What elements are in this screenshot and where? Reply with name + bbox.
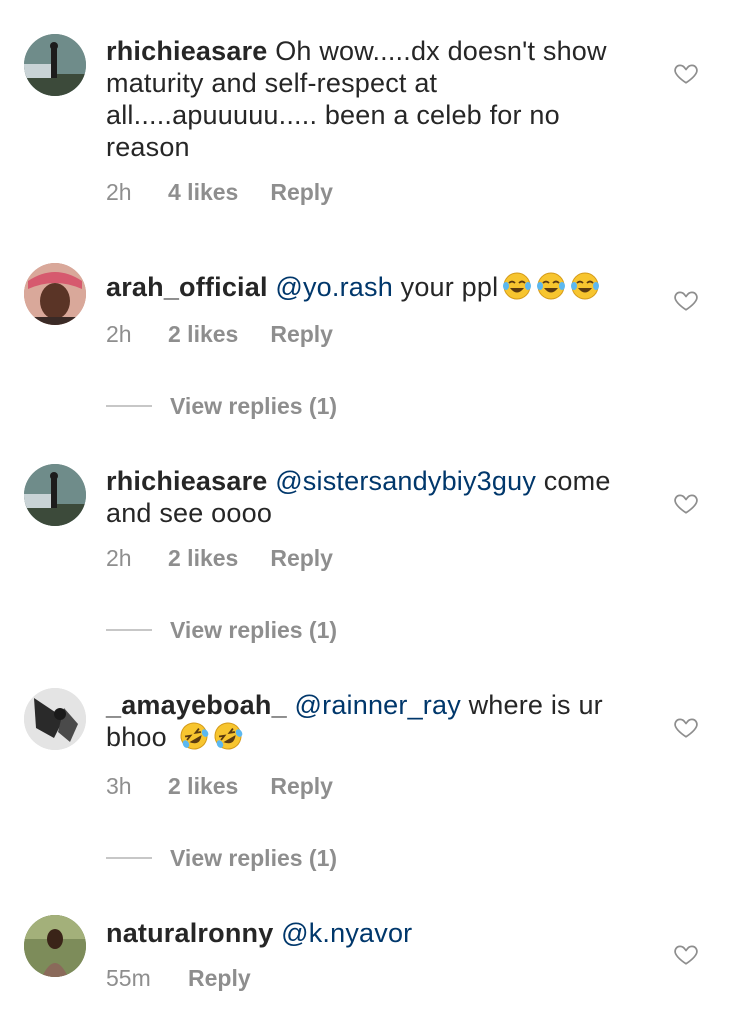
avatar[interactable] bbox=[24, 688, 86, 750]
view-replies-button[interactable]: View replies (1) bbox=[106, 615, 337, 645]
heart-icon[interactable] bbox=[673, 490, 699, 516]
comment-username[interactable]: naturalronny bbox=[106, 918, 273, 948]
comment-username[interactable]: arah_official bbox=[106, 272, 268, 302]
view-replies-button[interactable]: View replies (1) bbox=[106, 391, 337, 421]
comment-time: 55m bbox=[106, 964, 151, 991]
face-with-tears-of-joy-icon bbox=[503, 272, 532, 300]
avatar[interactable] bbox=[24, 464, 86, 526]
comment-likes[interactable]: 4 likes bbox=[168, 179, 238, 206]
view-replies-label: View replies (1) bbox=[170, 392, 338, 419]
rolling-on-floor-laughing-icon bbox=[214, 722, 242, 750]
heart-icon[interactable] bbox=[673, 60, 699, 86]
view-replies-divider bbox=[106, 629, 152, 631]
view-replies-button[interactable]: View replies (1) bbox=[106, 843, 337, 873]
view-replies-label: View replies (1) bbox=[170, 844, 338, 871]
comment-time: 3h bbox=[106, 772, 132, 799]
reply-button[interactable]: Reply bbox=[270, 545, 333, 572]
face-with-tears-of-joy-icon bbox=[571, 272, 600, 300]
comment-time: 2h bbox=[106, 178, 132, 205]
comment-username[interactable]: _amayeboah_ bbox=[106, 690, 287, 720]
comment-username[interactable]: rhichieasare bbox=[106, 466, 268, 496]
heart-icon[interactable] bbox=[673, 941, 699, 967]
comment-meta: 55m Reply bbox=[106, 963, 251, 993]
comment-text: rhichieasare Oh wow.....dx doesn't show … bbox=[106, 35, 646, 163]
view-replies-label: View replies (1) bbox=[170, 616, 338, 643]
comment-text: arah_official @yo.rash your ppl bbox=[106, 271, 646, 303]
view-replies-divider bbox=[106, 405, 152, 407]
comment-meta: 2h 2 likes Reply bbox=[106, 543, 333, 573]
comment-meta: 2h 4 likes Reply bbox=[106, 177, 333, 207]
comment-message: your ppl bbox=[392, 272, 499, 302]
comment-likes[interactable]: 2 likes bbox=[168, 321, 238, 348]
view-replies-divider bbox=[106, 857, 152, 859]
comment-likes[interactable]: 2 likes bbox=[168, 773, 238, 800]
comment-text: _amayeboah_ @rainner_ray where is ur bho… bbox=[106, 689, 646, 753]
reply-button[interactable]: Reply bbox=[188, 965, 251, 992]
comment-mention[interactable]: @yo.rash bbox=[275, 272, 393, 302]
comment-text: naturalronny @k.nyavor bbox=[106, 917, 646, 949]
comment-text: rhichieasare @sistersandybiy3guy come an… bbox=[106, 465, 646, 529]
avatar[interactable] bbox=[24, 263, 86, 325]
comment-mention[interactable]: @k.nyavor bbox=[281, 918, 412, 948]
heart-icon[interactable] bbox=[673, 287, 699, 313]
reply-button[interactable]: Reply bbox=[270, 321, 333, 348]
reply-button[interactable]: Reply bbox=[270, 773, 333, 800]
comment-time: 2h bbox=[106, 544, 132, 571]
comment-username[interactable]: rhichieasare bbox=[106, 36, 268, 66]
comment-time: 2h bbox=[106, 320, 132, 347]
comment-mention[interactable]: @sistersandybiy3guy bbox=[275, 466, 536, 496]
rolling-on-floor-laughing-icon bbox=[180, 722, 208, 750]
reply-button[interactable]: Reply bbox=[270, 179, 333, 206]
avatar[interactable] bbox=[24, 915, 86, 977]
avatar[interactable] bbox=[24, 34, 86, 96]
comment-meta: 2h 2 likes Reply bbox=[106, 319, 333, 349]
comment-mention[interactable]: @rainner_ray bbox=[295, 690, 461, 720]
face-with-tears-of-joy-icon bbox=[537, 272, 566, 300]
comment-meta: 3h 2 likes Reply bbox=[106, 771, 333, 801]
comment-likes[interactable]: 2 likes bbox=[168, 545, 238, 572]
heart-icon[interactable] bbox=[673, 714, 699, 740]
